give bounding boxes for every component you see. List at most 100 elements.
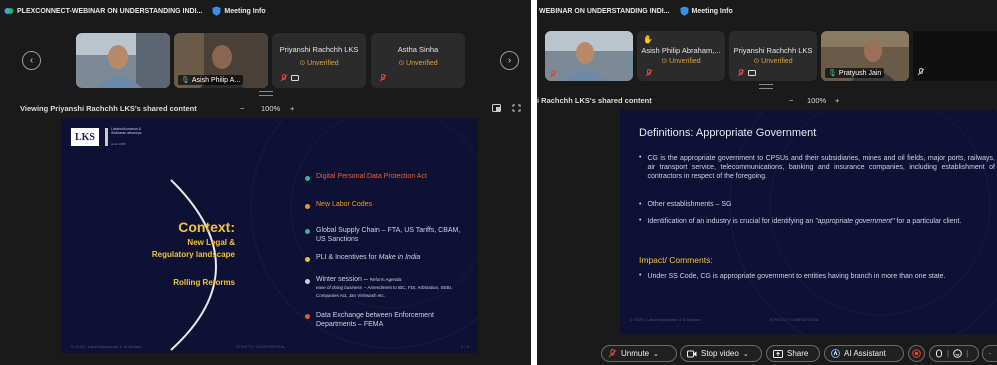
stop-video-button[interactable]: Stop video ⌄ [680,345,762,362]
participant-name: Astha Sinha [397,45,439,54]
logo-divider [105,128,108,146]
zoom-out-button[interactable]: − [789,96,793,105]
slide-footer: © 2025 | Lakshmikumaran & Sridharan [71,345,142,349]
bullet-marker: • [639,272,642,279]
resize-handle[interactable] [759,84,773,89]
meeting-info-link[interactable]: Meeting Info [692,8,733,15]
unmute-button[interactable]: Unmute ⌄ [601,345,677,362]
unverified-badge: ⊙ Unverified [753,58,793,65]
slide-list-item: Global Supply Chain – FTA, US Tariffs, C… [305,226,465,244]
right-meeting-window: WEBINAR ON UNDERSTANDING INDI... Meeting… [537,0,997,365]
participant-status-icons [737,69,756,77]
video-off-icon [748,70,756,76]
expand-icon[interactable] [512,104,521,112]
shield-icon[interactable] [680,6,689,16]
context-title: Context: [178,219,235,235]
slide-bullet: • Other establishments – SG [639,201,732,208]
mic-icon: 🎙 [828,70,837,77]
muted-mic-icon [549,70,557,78]
share-button[interactable]: Share [766,345,820,362]
bullet-dot [305,229,310,234]
reactions-group[interactable]: | | [929,345,979,362]
next-participants-button[interactable]: › [500,51,519,70]
slide-bullet: • Identification of an industry is cruci… [639,217,962,225]
record-icon [912,349,921,358]
pop-out-icon[interactable] [492,104,501,112]
zoom-level: 100% [807,96,827,105]
chevron-down-icon[interactable]: ⌄ [743,350,749,358]
ai-assistant-button[interactable]: AI Assistant [824,345,904,362]
title-bar: PLEXCONNECT-WEBINAR ON UNDERSTANDING IND… [0,0,531,22]
bullet-dot [305,204,310,209]
bullet-dot [305,176,310,181]
participant-tile[interactable]: ✋ Asish Philip Abraham,... ⊙ Unverified [637,31,725,81]
raised-hand-icon: ✋ [643,35,653,44]
participant-video [545,31,633,81]
participant-name: Priyanshi Rachchh LKS [279,45,359,54]
slide-bullet: • CG is the appropriate government to CP… [639,154,995,180]
participant-status-icons [280,74,299,82]
unverified-badge: ⊙ Unverified [299,60,339,67]
shield-icon[interactable] [212,6,221,16]
separator: | [947,349,950,358]
participant-status-icons [645,69,653,77]
bullet-marker: • [639,201,642,208]
zoom-level: 100% [261,104,281,113]
shared-slide: Definitions: Appropriate Government • CG… [620,110,997,334]
more-options-button[interactable]: · [982,345,997,362]
resize-handle[interactable] [259,91,273,96]
logo-firm-name: Lakshmikumaran & Sridharan attorneys [111,127,142,135]
lks-logo: LKS [71,128,99,146]
shared-content-bar: Viewing Priyanshi Rachchh LKS's shared c… [0,101,531,117]
muted-mic-icon [608,349,617,358]
slide-footer: © 2025 | Lakshmikumaran & Sridharan [630,318,701,322]
viewing-label: i Rachchh LKS's shared content [537,96,652,105]
participant-tile[interactable]: Astha Sinha ⊙ Unverified [371,33,465,88]
participant-tile[interactable] [76,33,170,88]
title-bar: WEBINAR ON UNDERSTANDING INDI... Meeting… [537,0,997,22]
participant-nameplate: 🎙 Asish Philip A... [178,75,244,85]
participant-name: Priyanshi Rachchh LKS [733,46,813,55]
muted-mic-icon [917,68,925,76]
slide-title: Definitions: Appropriate Government [639,127,817,139]
participant-tile-active[interactable]: 🎙 Asish Philip A... [174,33,268,88]
window-title: WEBINAR ON UNDERSTANDING INDI... [539,7,670,15]
shared-content-bar: i Rachchh LKS's shared content − 100% + [537,93,997,109]
participant-tile[interactable]: Priyanshi Rachchh LKS ⊙ Unverified [272,33,366,88]
slide-list-item: Digital Personal Data Protection Act [305,173,427,181]
participant-name: Pratyush Jain [838,69,882,77]
bullet-dot [305,257,310,262]
raise-hand-icon[interactable] [935,349,943,358]
video-off-icon [291,75,299,81]
webex-logo-icon [4,8,14,14]
slide-page-number: 1 / 4 [461,345,470,349]
logo-tagline: since 1985 [111,142,126,146]
bullet-marker: • [639,154,642,161]
bullet-marker: • [639,217,642,224]
participant-video [76,33,170,88]
record-button[interactable] [908,345,925,362]
bullet-dot [305,314,310,319]
slide-footer-confidential: STRICTLY CONFIDENTIAL [770,318,820,322]
emoji-icon[interactable] [953,349,962,358]
zoom-in-button[interactable]: + [835,96,839,105]
chevron-down-icon[interactable]: ⌄ [653,350,659,358]
viewing-label: Viewing Priyanshi Rachchh LKS's shared c… [20,104,197,113]
slide-list-item: New Labor Codes [305,201,372,209]
more-icon: · [988,349,992,358]
participant-status-icons [379,74,387,82]
zoom-in-button[interactable]: + [290,104,294,113]
zoom-out-button[interactable]: − [240,104,244,113]
muted-mic-icon [280,74,288,82]
impact-heading: Impact/ Comments: [639,255,713,265]
previous-participants-button[interactable]: ‹ [22,51,41,70]
participant-tile[interactable]: Priyanshi Rachchh LKS ⊙ Unverified [729,31,817,81]
meeting-info-link[interactable]: Meeting Info [224,8,265,15]
participant-nameplate: 🎙 Pratyush Jain [825,68,885,78]
participant-tile[interactable] [545,31,633,81]
left-meeting-window: PLEXCONNECT-WEBINAR ON UNDERSTANDING IND… [0,0,531,365]
participant-tile-active[interactable]: 🎙 Pratyush Jain [821,31,909,81]
context-subtitle: New Legal & [187,238,235,247]
muted-mic-icon [379,74,387,82]
unverified-badge: ⊙ Unverified [661,58,701,65]
